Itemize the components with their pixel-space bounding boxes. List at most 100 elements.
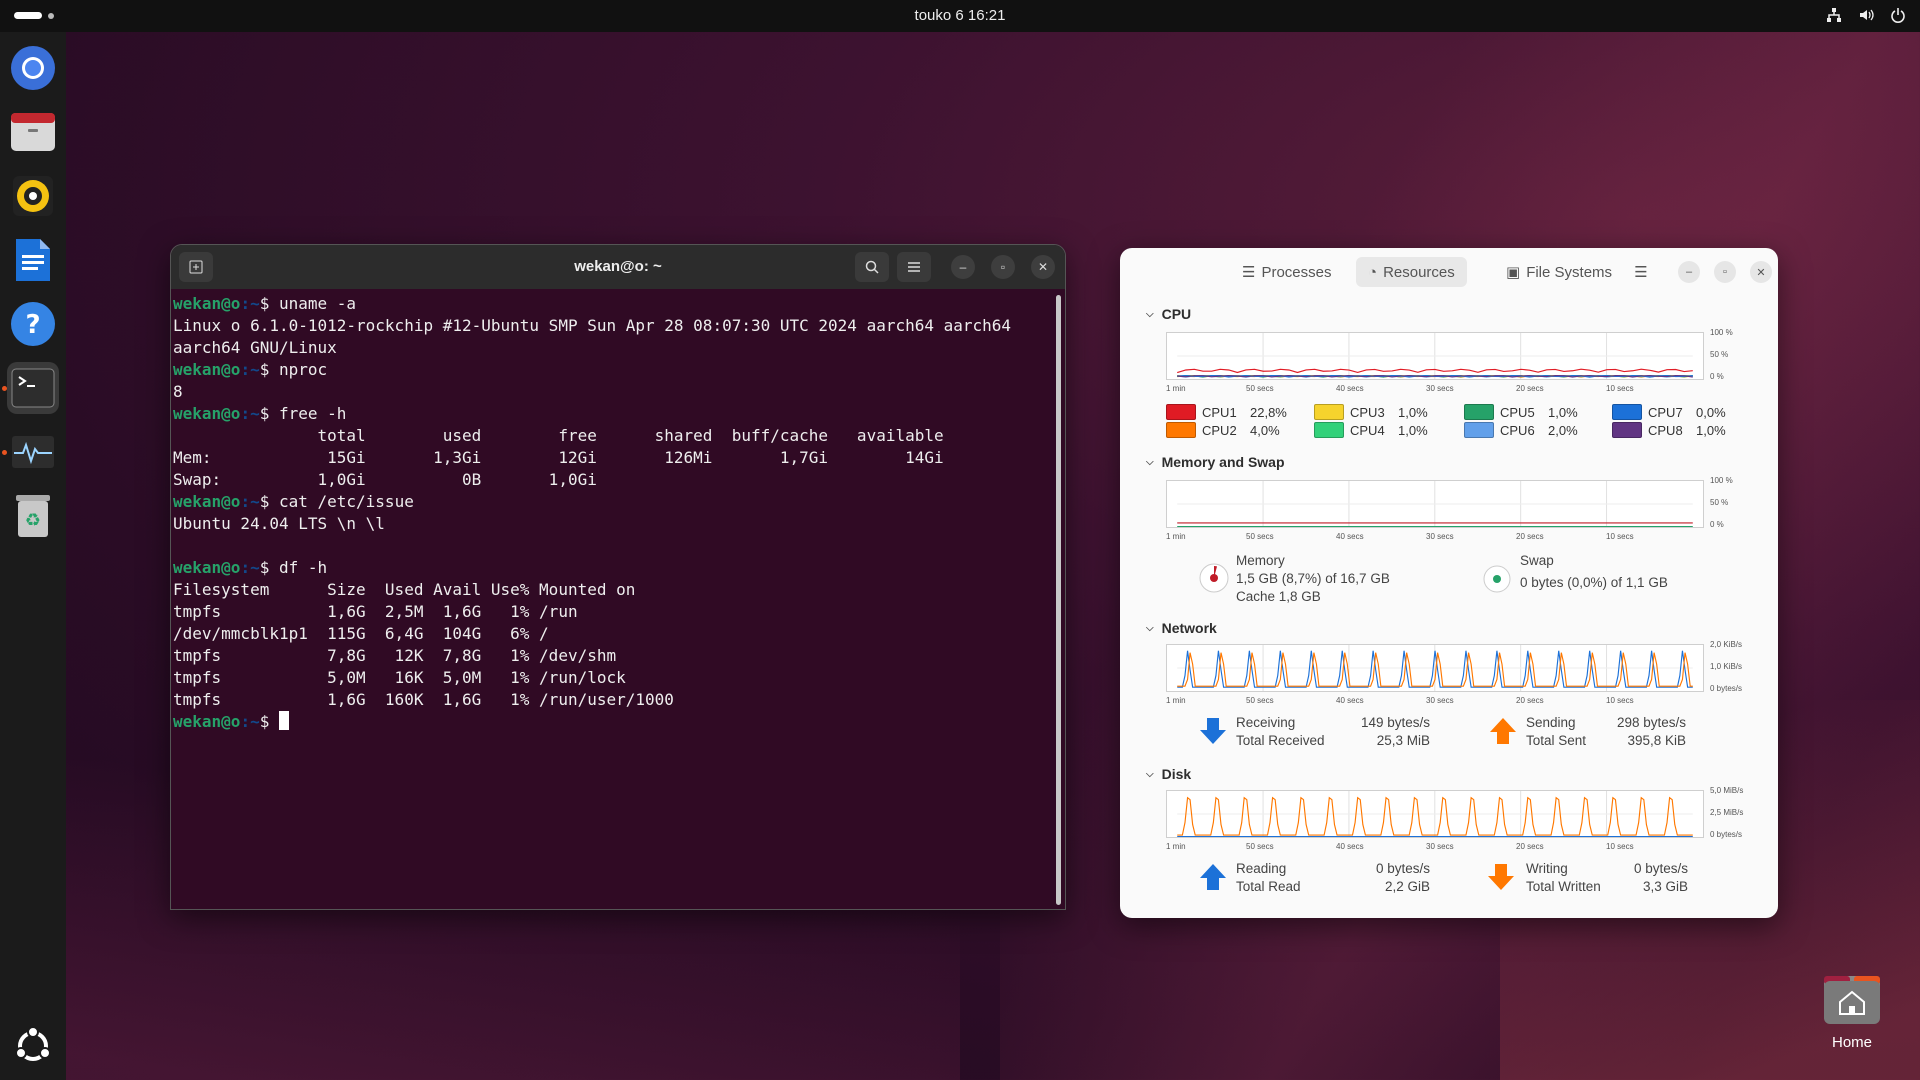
tab-resources[interactable]: ◔ Resources xyxy=(1356,257,1467,287)
y-axis-label: 5,0 MiB/s xyxy=(1710,786,1744,795)
cpu-section-header[interactable]: ⌵ CPU xyxy=(1146,306,1191,322)
receiving-labels: Receiving Total Received xyxy=(1236,714,1325,750)
x-axis-label: 20 secs xyxy=(1516,842,1544,851)
writing-labels: Writing Total Written xyxy=(1526,860,1601,896)
color-swatch[interactable] xyxy=(1612,404,1642,420)
search-button[interactable] xyxy=(855,252,889,282)
color-swatch[interactable] xyxy=(1166,404,1196,420)
command-text: $ nproc xyxy=(259,360,328,379)
menu-button[interactable]: ☰ xyxy=(1630,261,1652,283)
memory-stats: Memory 1,5 GB (8,7%) of 16,7 GB Cache 1,… xyxy=(1236,552,1390,606)
show-apps-icon[interactable] xyxy=(7,1020,59,1072)
running-indicator xyxy=(2,450,7,455)
section-title: Memory and Swap xyxy=(1161,454,1285,470)
writing-label: Writing xyxy=(1526,861,1568,876)
minimize-button[interactable]: – xyxy=(1678,261,1700,283)
network-section-header[interactable]: ⌵ Network xyxy=(1146,620,1217,636)
trash-icon[interactable]: ♻ xyxy=(7,490,59,542)
close-button[interactable]: ✕ xyxy=(1031,255,1055,279)
system-monitor-icon[interactable] xyxy=(7,426,59,478)
close-button[interactable]: ✕ xyxy=(1750,261,1772,283)
total-written-label: Total Written xyxy=(1526,879,1601,894)
cpu-legend-item[interactable]: CPU8 1,0% xyxy=(1612,422,1726,438)
system-monitor-header[interactable]: ☰ Processes ◔ Resources ▣ File Systems ☰… xyxy=(1120,248,1778,296)
color-swatch[interactable] xyxy=(1612,422,1642,438)
disk-section-header[interactable]: ⌵ Disk xyxy=(1146,766,1191,782)
maximize-button[interactable]: ▫ xyxy=(1714,261,1736,283)
terminal-scrollbar[interactable] xyxy=(1056,295,1061,905)
prompt-path: :~ xyxy=(240,404,260,423)
memory-label: Memory xyxy=(1236,553,1285,568)
prompt-path: :~ xyxy=(240,492,260,511)
memory-graph xyxy=(1166,480,1704,528)
total-sent-value: 395,8 KiB xyxy=(1627,733,1686,748)
x-axis-label: 30 secs xyxy=(1426,384,1454,393)
svg-text:?: ? xyxy=(25,310,40,340)
command-text: $ cat /etc/issue xyxy=(259,492,414,511)
system-tray[interactable] xyxy=(1826,7,1906,27)
command-text: $ uname -a xyxy=(259,294,357,313)
cpu-legend-item[interactable]: CPU2 4,0% xyxy=(1166,422,1280,438)
x-axis-label: 30 secs xyxy=(1426,842,1454,851)
terminal-output-line: aarch64 GNU/Linux xyxy=(173,338,337,357)
writer-icon[interactable] xyxy=(7,234,59,286)
color-swatch[interactable] xyxy=(1314,404,1344,420)
terminal-output[interactable]: wekan@o:~$ uname -a Linux o 6.1.0-1012-ro… xyxy=(171,289,1065,733)
cpu-label: CPU4 xyxy=(1350,422,1385,438)
minimize-button[interactable]: – xyxy=(951,255,975,279)
help-icon[interactable]: ? xyxy=(7,298,59,350)
cpu-label: CPU2 xyxy=(1202,422,1237,438)
prompt-user: wekan@o xyxy=(173,294,241,313)
network-icon[interactable] xyxy=(1826,7,1842,27)
x-axis-label: 1 min xyxy=(1166,842,1186,851)
clock[interactable]: touko 6 16:21 xyxy=(0,7,1920,24)
cpu-label: CPU5 xyxy=(1500,404,1535,420)
sending-value: 298 bytes/s xyxy=(1616,715,1686,730)
x-axis-label: 50 secs xyxy=(1246,842,1274,851)
prompt-path: :~ xyxy=(240,360,260,379)
menu-button[interactable] xyxy=(897,252,931,282)
read-arrow-icon xyxy=(1198,862,1228,897)
prompt-user: wekan@o xyxy=(173,558,241,577)
rhythmbox-icon[interactable] xyxy=(7,170,59,222)
cpu-legend-item[interactable]: CPU1 22,8% xyxy=(1166,404,1287,420)
power-icon[interactable] xyxy=(1890,7,1906,27)
total-read-label: Total Read xyxy=(1236,879,1301,894)
cpu-legend-item[interactable]: CPU4 1,0% xyxy=(1314,422,1428,438)
tab-label: Processes xyxy=(1261,263,1332,281)
color-swatch[interactable] xyxy=(1464,404,1494,420)
disk-icon: ▣ xyxy=(1506,264,1521,281)
maximize-button[interactable]: ▫ xyxy=(991,255,1015,279)
terminal-header[interactable]: wekan@o: ~ – ▫ ✕ xyxy=(171,245,1065,289)
terminal-window[interactable]: wekan@o: ~ – ▫ ✕ wekan@o:~$ uname -a Linu… xyxy=(170,244,1066,910)
cpu-legend-item[interactable]: CPU7 0,0% xyxy=(1612,404,1726,420)
terminal-icon[interactable] xyxy=(7,362,59,414)
cpu-value: 1,0% xyxy=(1548,404,1578,420)
network-graph xyxy=(1166,644,1704,692)
color-swatch[interactable] xyxy=(1314,422,1344,438)
desktop-home-icon[interactable]: Home xyxy=(1822,976,1882,1051)
cpu-value: 2,0% xyxy=(1548,422,1578,438)
tab-file-systems[interactable]: ▣ File Systems xyxy=(1494,257,1624,287)
terminal-output-line: tmpfs 7,8G 12K 7,8G 1% /dev/shm xyxy=(173,646,617,665)
cpu-legend-item[interactable]: CPU5 1,0% xyxy=(1464,404,1578,420)
cpu-legend-item[interactable]: CPU3 1,0% xyxy=(1314,404,1428,420)
total-written-value: 3,3 GiB xyxy=(1642,879,1688,894)
receiving-values: 149 bytes/s 25,3 MiB xyxy=(1342,714,1430,750)
y-axis-label: 100 % xyxy=(1710,328,1733,337)
total-received-label: Total Received xyxy=(1236,733,1325,748)
chromium-icon[interactable] xyxy=(7,42,59,94)
volume-icon[interactable] xyxy=(1858,7,1874,27)
section-title: Disk xyxy=(1161,766,1192,782)
memory-section-header[interactable]: ⌵ Memory and Swap xyxy=(1146,454,1285,470)
files-icon[interactable] xyxy=(7,106,59,158)
system-monitor-window[interactable]: ☰ Processes ◔ Resources ▣ File Systems ☰… xyxy=(1120,248,1778,918)
prompt-path: :~ xyxy=(240,558,260,577)
color-swatch[interactable] xyxy=(1166,422,1196,438)
text-cursor xyxy=(278,711,289,730)
color-swatch[interactable] xyxy=(1464,422,1494,438)
cpu-legend-item[interactable]: CPU6 2,0% xyxy=(1464,422,1578,438)
cpu-value: 4,0% xyxy=(1250,422,1280,438)
tab-processes[interactable]: ☰ Processes xyxy=(1230,257,1343,287)
y-axis-label: 0 % xyxy=(1710,520,1724,529)
